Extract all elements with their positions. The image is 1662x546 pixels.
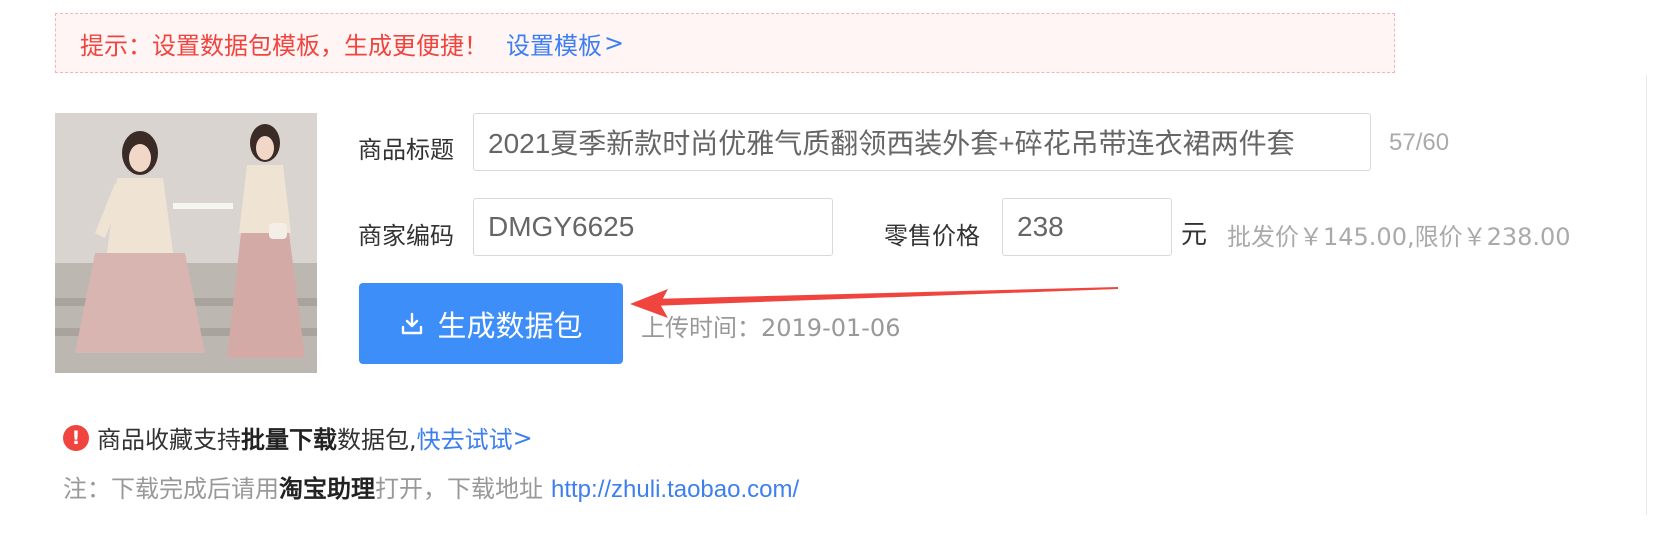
- promo-text-suffix: 数据包,: [337, 426, 417, 454]
- note-prefix: 注：下载完成后请用: [63, 475, 279, 503]
- warning-icon: !: [63, 424, 89, 451]
- try-now-link[interactable]: 快去试试: [417, 420, 513, 455]
- annotation-arrow-icon: [630, 287, 1118, 318]
- download-note: 注：下载完成后请用淘宝助理打开，下载地址 http://zhuli.taobao.…: [63, 469, 799, 504]
- assistant-download-link[interactable]: http://zhuli.taobao.com/: [551, 476, 799, 503]
- promo-text-bold: 批量下载: [241, 426, 337, 454]
- chevron-right-icon[interactable]: >: [513, 424, 533, 452]
- batch-download-promo: ! 商品收藏支持 批量下载 数据包, 快去试试 >: [63, 420, 533, 455]
- promo-text-prefix: 商品收藏支持: [97, 426, 241, 454]
- note-app-name: 淘宝助理: [279, 475, 375, 503]
- note-middle: 打开，下载地址: [375, 475, 543, 503]
